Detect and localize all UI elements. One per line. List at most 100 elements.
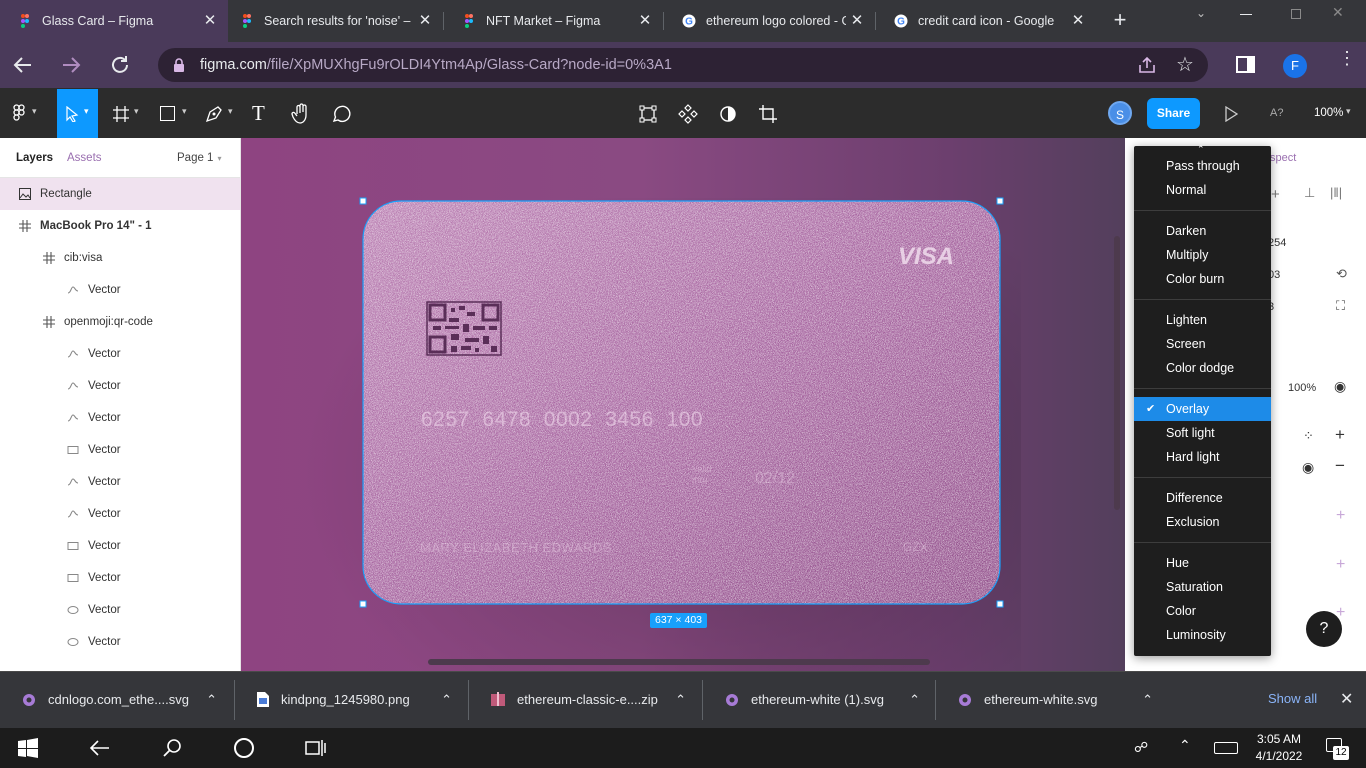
- blend-mode-screen[interactable]: Screen: [1134, 332, 1271, 356]
- layer-row[interactable]: Vector: [0, 274, 240, 306]
- tab-glass-card[interactable]: Glass Card – Figma ✕: [0, 0, 228, 42]
- chevron-down-icon[interactable]: ▾: [182, 106, 187, 117]
- close-tab-icon[interactable]: ✕: [202, 13, 218, 29]
- distribute-icon[interactable]: |‖|: [1330, 185, 1342, 200]
- download-item[interactable]: kindpng_1245980.png ⌃: [235, 671, 468, 728]
- blend-mode-color[interactable]: Color: [1134, 599, 1271, 623]
- blend-mode-soft-light[interactable]: Soft light: [1134, 421, 1271, 445]
- windows-start-icon[interactable]: [18, 738, 38, 758]
- back-icon[interactable]: [12, 54, 34, 76]
- chevron-down-icon[interactable]: ▾: [1346, 106, 1351, 117]
- side-panel-icon[interactable]: [1236, 56, 1255, 73]
- align-bottom-icon[interactable]: ⊥: [1304, 185, 1315, 201]
- tab-assets[interactable]: Assets: [67, 152, 102, 164]
- figma-main-menu-icon[interactable]: [10, 104, 28, 122]
- close-tab-icon[interactable]: ✕: [417, 13, 433, 29]
- blend-mode-lighten[interactable]: Lighten: [1134, 308, 1271, 332]
- keyboard-icon[interactable]: [1214, 742, 1238, 754]
- horizontal-scrollbar[interactable]: [428, 659, 930, 665]
- tab-layers[interactable]: Layers: [16, 152, 53, 164]
- close-downloads-icon[interactable]: ✕: [1340, 689, 1353, 709]
- reload-icon[interactable]: [109, 54, 131, 76]
- present-play-icon[interactable]: [1224, 106, 1238, 122]
- url-text[interactable]: figma.com/file/XpMUXhgFu9rOLDI4Ytm4Ap/Gl…: [200, 57, 672, 73]
- pen-tool-icon[interactable]: [205, 105, 223, 123]
- layer-row[interactable]: Rectangle: [0, 178, 240, 210]
- blend-mode-multiply[interactable]: Multiply: [1134, 243, 1271, 267]
- blend-mode-color-burn[interactable]: Color burn: [1134, 267, 1271, 291]
- download-options-chevron-icon[interactable]: ⌃: [909, 692, 920, 708]
- clock-date[interactable]: 4/1/2022: [1254, 749, 1304, 763]
- blend-mode-normal[interactable]: Normal: [1134, 178, 1271, 202]
- move-tool-button[interactable]: ▾: [57, 89, 98, 138]
- search-icon[interactable]: [163, 738, 183, 758]
- help-button[interactable]: ?: [1306, 611, 1342, 647]
- chevron-down-icon[interactable]: ▾: [228, 106, 233, 117]
- tab-nft-market[interactable]: NFT Market – Figma ✕: [444, 0, 663, 42]
- layer-row[interactable]: Vector: [0, 626, 240, 658]
- restore-icon[interactable]: [1291, 9, 1301, 19]
- layer-row[interactable]: Vector: [0, 370, 240, 402]
- cortana-icon[interactable]: [234, 738, 254, 758]
- forward-icon[interactable]: [60, 54, 82, 76]
- blend-mode-exclusion[interactable]: Exclusion: [1134, 510, 1271, 534]
- page-selector[interactable]: Page 1 ▾: [177, 152, 221, 164]
- rectangle-tool-icon[interactable]: [160, 106, 175, 121]
- vertical-scrollbar[interactable]: [1114, 236, 1120, 510]
- zoom-level[interactable]: 100%: [1314, 107, 1343, 119]
- chevron-down-icon[interactable]: ▾: [134, 106, 139, 117]
- download-item[interactable]: ethereum-classic-e....zip ⌃: [469, 671, 702, 728]
- blend-mode-color-dodge[interactable]: Color dodge: [1134, 356, 1271, 380]
- blend-mode-luminosity[interactable]: Luminosity: [1134, 623, 1271, 647]
- mask-icon[interactable]: [718, 104, 738, 124]
- text-tool-icon[interactable]: T: [252, 101, 265, 126]
- clock-time[interactable]: 3:05 AM: [1254, 732, 1304, 746]
- blend-mode-darken[interactable]: Darken: [1134, 219, 1271, 243]
- resize-handle[interactable]: [996, 600, 1004, 608]
- tab-search-chevron-icon[interactable]: ⌄: [1196, 6, 1216, 22]
- blend-mode-overlay[interactable]: ✔ Overlay: [1134, 397, 1271, 421]
- download-item[interactable]: ethereum-white.svg ⌃: [936, 671, 1169, 728]
- tab-ethereum-logo[interactable]: G ethereum logo colored - G ✕: [664, 0, 875, 42]
- share-button[interactable]: Share: [1147, 98, 1200, 129]
- blend-mode-saturation[interactable]: Saturation: [1134, 575, 1271, 599]
- close-tab-icon[interactable]: ✕: [637, 13, 653, 29]
- download-options-chevron-icon[interactable]: ⌃: [206, 692, 217, 708]
- layer-row[interactable]: Vector: [0, 498, 240, 530]
- bookmark-star-icon[interactable]: ☆: [1176, 52, 1194, 77]
- hand-tool-icon[interactable]: [291, 103, 311, 125]
- add-effect-icon[interactable]: +: [1336, 556, 1345, 574]
- minimize-icon[interactable]: [1240, 14, 1252, 15]
- browser-menu-icon[interactable]: ⋮: [1338, 49, 1356, 67]
- crop-icon[interactable]: [758, 104, 778, 124]
- resize-handle[interactable]: [996, 197, 1004, 205]
- frame-tool-icon[interactable]: [112, 105, 130, 123]
- share-page-icon[interactable]: [1137, 55, 1157, 75]
- missing-fonts-indicator[interactable]: A?: [1270, 107, 1283, 119]
- add-fill-icon[interactable]: +: [1335, 425, 1345, 445]
- lock-icon[interactable]: [173, 58, 185, 72]
- task-view-icon[interactable]: [305, 738, 327, 758]
- blend-mode-pass-through[interactable]: Pass through: [1134, 154, 1271, 178]
- tab-credit-card-icon[interactable]: G credit card icon - Google S ✕: [876, 0, 1096, 42]
- download-item[interactable]: ethereum-white (1).svg ⌃: [703, 671, 936, 728]
- layer-row[interactable]: Vector: [0, 562, 240, 594]
- layer-row[interactable]: Vector: [0, 466, 240, 498]
- canvas[interactable]: VISA 6257 6478 0002 3456 100 Valid thru 0…: [241, 138, 1125, 671]
- people-icon[interactable]: ☍: [1134, 739, 1148, 756]
- resize-handle[interactable]: [359, 197, 367, 205]
- comment-tool-icon[interactable]: [331, 104, 351, 124]
- show-all-downloads-link[interactable]: Show all: [1268, 691, 1317, 706]
- eye-icon[interactable]: ◉: [1334, 378, 1346, 395]
- tray-chevron-up-icon[interactable]: ⌃: [1179, 737, 1191, 754]
- close-tab-icon[interactable]: ✕: [849, 13, 865, 29]
- download-options-chevron-icon[interactable]: ⌃: [441, 692, 452, 708]
- blend-mode-hard-light[interactable]: Hard light: [1134, 445, 1271, 469]
- layer-row[interactable]: Vector: [0, 594, 240, 626]
- resize-to-fit-icon[interactable]: ⛶: [1336, 298, 1345, 314]
- add-stroke-icon[interactable]: +: [1336, 507, 1345, 525]
- profile-avatar[interactable]: F: [1283, 54, 1307, 78]
- layer-row[interactable]: openmoji:qr-code: [0, 306, 240, 338]
- blend-mode-hue[interactable]: Hue: [1134, 551, 1271, 575]
- component-icon[interactable]: [678, 104, 698, 124]
